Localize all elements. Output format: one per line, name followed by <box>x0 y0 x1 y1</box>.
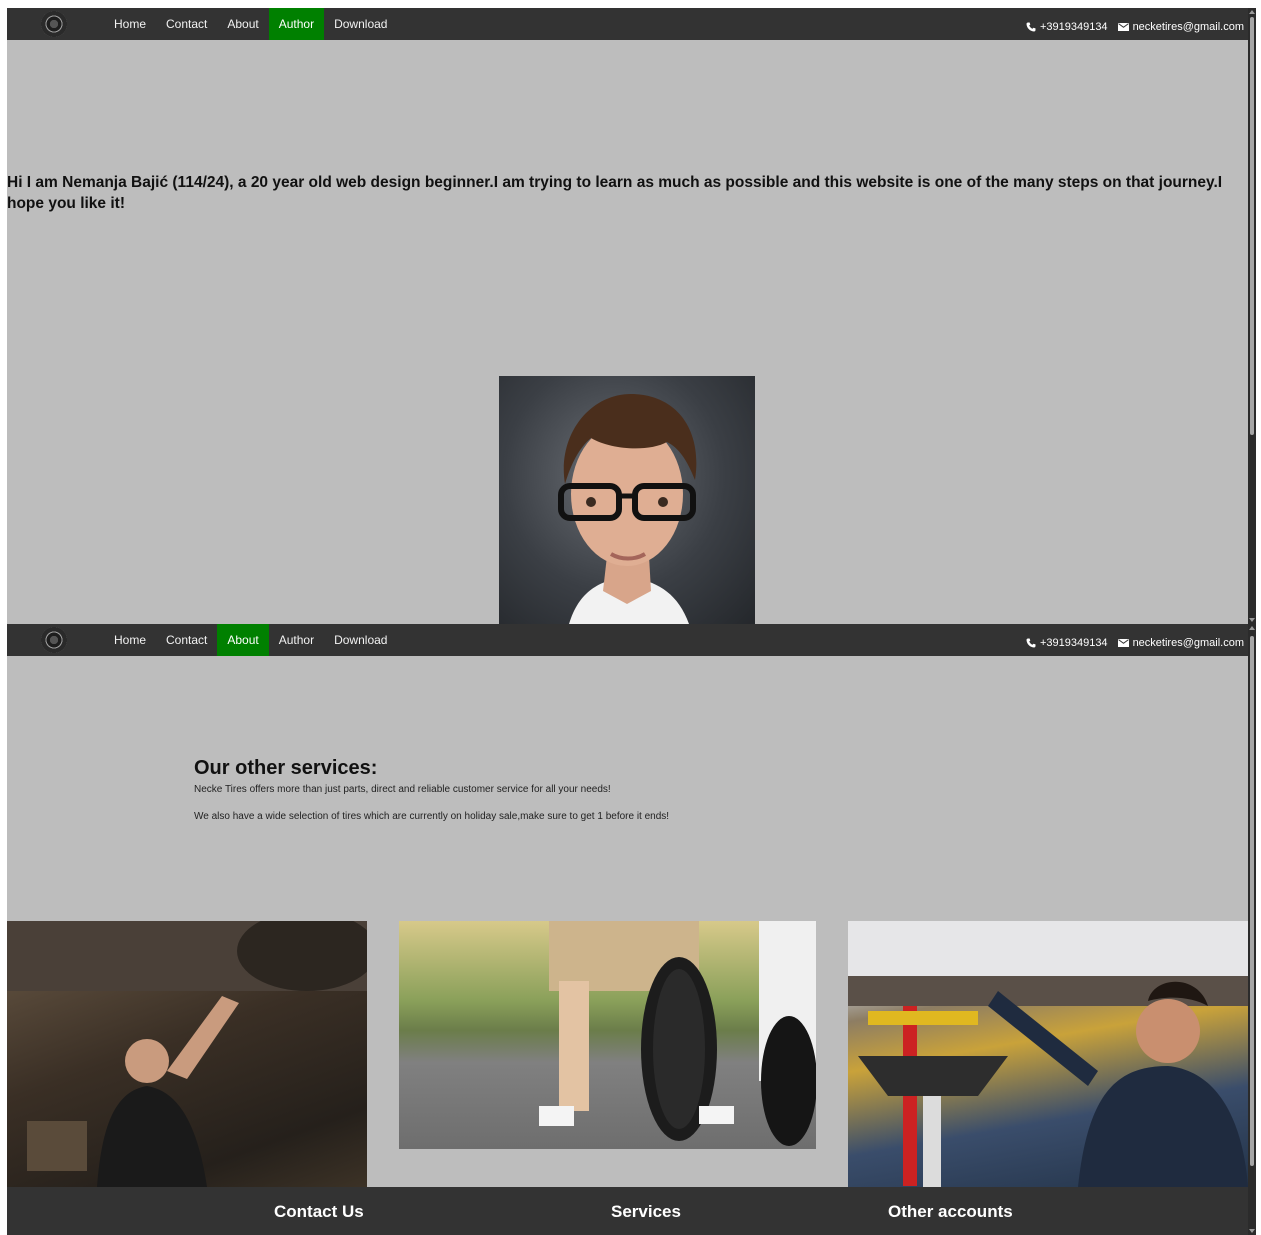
services-heading: Our other services: <box>194 757 378 779</box>
header-email[interactable]: necketires@gmail.com <box>1133 21 1244 33</box>
nav-author[interactable]: Author <box>268 8 325 40</box>
mail-icon <box>1117 23 1129 31</box>
services-sale-note: We also have a wide selection of tires w… <box>194 811 670 822</box>
footer: Contact Us Services Other accounts <box>7 1187 1256 1235</box>
nav-menu: Home Contact About Author Download <box>104 624 397 656</box>
nav-home[interactable]: Home <box>104 8 156 40</box>
scroll-thumb[interactable] <box>1250 636 1254 1166</box>
services-description: Necke Tires offers more than just parts,… <box>194 784 611 795</box>
scrollbar[interactable] <box>1248 624 1256 1235</box>
header-email[interactable]: necketires@gmail.com <box>1133 637 1244 649</box>
about-page-panel: Home Contact About Author Download +3919… <box>7 624 1256 1235</box>
tire-logo-icon[interactable] <box>41 11 67 37</box>
nav-menu: Home Contact About Author Download <box>104 8 397 40</box>
tire-road-image <box>399 921 816 1149</box>
header-phone[interactable]: +3919349134 <box>1040 21 1108 33</box>
nav-author[interactable]: Author <box>269 624 324 656</box>
author-intro-text: Hi I am Nemanja Bajić (114/24), a 20 yea… <box>7 174 1223 212</box>
header-contact-info: +3919349134 necketires@gmail.com <box>1026 637 1244 649</box>
footer-contact-heading: Contact Us <box>274 1202 364 1221</box>
footer-accounts-heading: Other accounts <box>888 1202 1013 1221</box>
navbar: Home Contact About Author Download +3919… <box>7 8 1248 40</box>
nav-about[interactable]: About <box>217 8 268 40</box>
oil-change-image <box>848 921 1248 1187</box>
scroll-down-icon[interactable] <box>1249 618 1255 622</box>
nav-download[interactable]: Download <box>324 8 397 40</box>
nav-home[interactable]: Home <box>104 624 156 656</box>
phone-icon <box>1026 638 1036 648</box>
phone-icon <box>1026 22 1036 32</box>
author-portrait-image <box>499 376 755 624</box>
scroll-down-icon[interactable] <box>1249 1229 1255 1233</box>
navbar: Home Contact About Author Download +3919… <box>7 624 1248 656</box>
tire-logo-icon[interactable] <box>41 627 67 653</box>
footer-services-heading: Services <box>611 1202 681 1221</box>
mail-icon <box>1117 639 1129 647</box>
nav-contact[interactable]: Contact <box>156 624 217 656</box>
nav-contact[interactable]: Contact <box>156 8 217 40</box>
nav-download[interactable]: Download <box>324 624 397 656</box>
header-phone[interactable]: +3919349134 <box>1040 637 1108 649</box>
scroll-thumb[interactable] <box>1250 17 1254 435</box>
scrollbar[interactable] <box>1248 8 1256 624</box>
scroll-up-icon[interactable] <box>1249 10 1255 14</box>
author-page-panel: Home Contact About Author Download +3919… <box>7 8 1256 624</box>
header-contact-info: +3919349134 necketires@gmail.com <box>1026 21 1244 33</box>
nav-about[interactable]: About <box>217 624 269 656</box>
mechanic-under-car-image <box>7 921 367 1187</box>
scroll-up-icon[interactable] <box>1249 626 1255 630</box>
